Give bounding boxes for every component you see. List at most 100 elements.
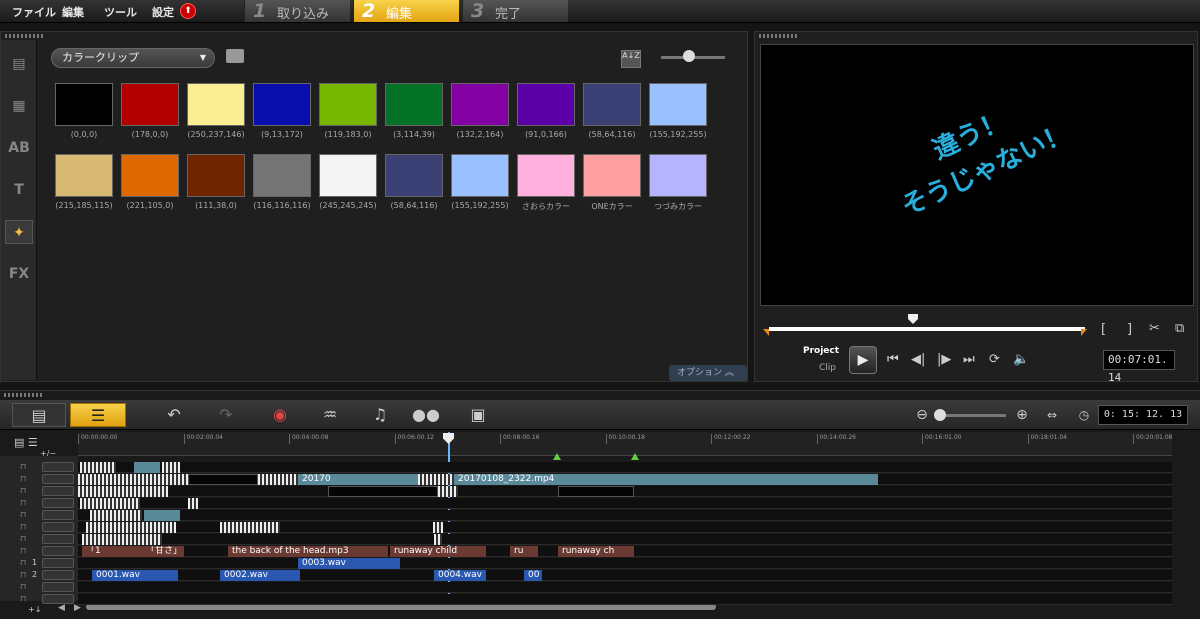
trim-out-marker[interactable] xyxy=(1081,329,1087,336)
timeline-track[interactable]: 0003.wav xyxy=(78,558,1172,569)
scrubber-track[interactable] xyxy=(769,327,1085,331)
timeline-track[interactable]: 「1「甘さ」(4the back of the head.mp3runaway … xyxy=(78,546,1172,557)
color-swatch[interactable] xyxy=(253,83,311,126)
color-swatch[interactable] xyxy=(319,83,377,126)
timeline-track[interactable]: 20170 20170108_2322.mp4 xyxy=(78,474,1172,485)
color-swatch[interactable] xyxy=(121,154,179,197)
title-tab-icon[interactable]: T xyxy=(5,178,33,202)
color-swatch[interactable] xyxy=(121,83,179,126)
timeline-clip[interactable]: 0002.wav xyxy=(220,570,300,581)
step-capture-tab[interactable]: 1 取り込み xyxy=(244,0,350,22)
motion-tracking-icon[interactable]: ●● xyxy=(412,403,440,427)
auto-music-icon[interactable]: ♫ xyxy=(366,403,394,427)
color-swatch[interactable] xyxy=(649,154,707,197)
mark-in-icon[interactable]: [ xyxy=(1101,322,1106,337)
next-frame-icon[interactable]: |▶ xyxy=(937,352,951,367)
timeline-clip[interactable]: the back of the head.mp3 xyxy=(228,546,388,557)
timeline-clip[interactable] xyxy=(418,474,458,485)
color-swatch[interactable] xyxy=(583,83,641,126)
play-button[interactable]: ▶ xyxy=(849,346,877,374)
track-header[interactable] xyxy=(42,510,74,520)
lock-icon[interactable]: ⊓ xyxy=(20,510,26,519)
undo-icon[interactable]: ↶ xyxy=(160,403,188,427)
slider-thumb[interactable] xyxy=(934,409,946,421)
track-header[interactable] xyxy=(42,462,74,472)
timeline-clip[interactable] xyxy=(82,534,162,545)
timeline-track[interactable] xyxy=(78,582,1172,593)
timeline-track[interactable] xyxy=(78,510,1172,521)
timeline-track[interactable]: 0001.wav 0002.wav 0004.wav 00 xyxy=(78,570,1172,581)
timeline-clip[interactable] xyxy=(258,474,298,485)
timeline-clip[interactable] xyxy=(90,510,142,521)
options-button[interactable]: オプション ︽ xyxy=(669,365,747,381)
timeline-clip[interactable]: ru xyxy=(510,546,538,557)
timeline-clip[interactable]: runaway child xyxy=(390,546,486,557)
timeline-clip[interactable] xyxy=(188,474,258,485)
sound-mixer-icon[interactable]: ♒ xyxy=(316,403,344,427)
timeline-clip[interactable] xyxy=(134,462,160,473)
step-share-tab[interactable]: 3 完了 xyxy=(462,0,568,22)
track-header[interactable] xyxy=(42,522,74,532)
timeline-track[interactable] xyxy=(78,594,1172,605)
chapter-marker[interactable] xyxy=(553,453,561,460)
instant-project-tab-icon[interactable]: ▦ xyxy=(5,94,33,118)
timeline-track[interactable] xyxy=(78,462,1172,473)
timeline-clip[interactable] xyxy=(558,486,634,497)
lock-icon[interactable]: ⊓ xyxy=(20,462,26,471)
color-swatch[interactable] xyxy=(385,154,443,197)
split-scissors-icon[interactable]: ✂ xyxy=(1149,321,1160,336)
color-swatch[interactable] xyxy=(517,154,575,197)
timeline-clip[interactable] xyxy=(328,486,438,497)
timeline-clip[interactable]: 20170 xyxy=(298,474,418,485)
fit-project-icon[interactable]: ⇔ xyxy=(1042,403,1062,427)
color-swatch[interactable] xyxy=(187,83,245,126)
filter-tab-icon[interactable]: FX xyxy=(5,262,33,286)
timeline-clip[interactable]: 0001.wav xyxy=(92,570,178,581)
color-swatch[interactable] xyxy=(451,83,509,126)
timeline-clip[interactable]: 00 xyxy=(524,570,542,581)
previous-frame-icon[interactable]: ◀| xyxy=(911,352,925,367)
track-header[interactable] xyxy=(42,570,74,580)
mark-out-icon[interactable]: ] xyxy=(1127,322,1132,337)
timeline-clip[interactable]: runaway ch xyxy=(558,546,634,557)
timeline-clip[interactable] xyxy=(434,534,442,545)
go-to-end-icon[interactable]: ⏭ xyxy=(963,352,975,367)
timeline-clip[interactable] xyxy=(144,510,180,521)
project-mode-label[interactable]: Project xyxy=(803,346,839,356)
lock-icon[interactable]: ⊓ xyxy=(20,582,26,591)
timeline-ruler[interactable]: 00:00:00.00 00:02:00.04 00:04:00.08 00:06:0… xyxy=(78,432,1173,456)
color-swatch[interactable] xyxy=(253,154,311,197)
timeline-clip[interactable] xyxy=(188,498,198,509)
media-tab-icon[interactable]: ▤ xyxy=(5,52,33,76)
redo-icon[interactable]: ↷ xyxy=(212,403,240,427)
color-swatch[interactable] xyxy=(55,83,113,126)
lock-icon[interactable]: ⊓ xyxy=(20,498,26,507)
menu-file[interactable]: ファイル xyxy=(12,4,56,20)
timeline-clip[interactable]: 0003.wav xyxy=(298,558,400,569)
storyboard-view-button[interactable]: ▤ xyxy=(12,403,66,427)
scroll-left-icon[interactable]: ◀ xyxy=(58,603,65,613)
folder-icon[interactable] xyxy=(226,49,244,63)
clip-category-dropdown[interactable]: カラークリップ ▼ xyxy=(51,48,215,68)
color-swatch[interactable] xyxy=(517,83,575,126)
color-swatch[interactable] xyxy=(385,83,443,126)
volume-icon[interactable]: 🔈 xyxy=(1013,352,1029,367)
timeline-clip[interactable] xyxy=(220,522,280,533)
timeline-clip[interactable] xyxy=(78,474,188,485)
track-header[interactable] xyxy=(42,582,74,592)
timeline-track[interactable] xyxy=(78,498,1172,509)
track-header[interactable] xyxy=(42,486,74,496)
panel-grip[interactable] xyxy=(4,393,44,397)
timeline-clip[interactable]: 0004.wav xyxy=(434,570,486,581)
upload-icon[interactable]: ⬆ xyxy=(180,3,196,19)
track-header[interactable] xyxy=(42,546,74,556)
color-swatch[interactable] xyxy=(451,154,509,197)
menu-settings[interactable]: 設定 xyxy=(152,4,174,20)
menu-tools[interactable]: ツール xyxy=(104,4,137,20)
color-swatch[interactable] xyxy=(649,83,707,126)
chapter-marker[interactable] xyxy=(631,453,639,460)
color-swatch[interactable] xyxy=(187,154,245,197)
color-swatch[interactable] xyxy=(319,154,377,197)
timeline-track[interactable] xyxy=(78,534,1172,545)
subtitle-editor-icon[interactable]: ▣ xyxy=(464,403,492,427)
